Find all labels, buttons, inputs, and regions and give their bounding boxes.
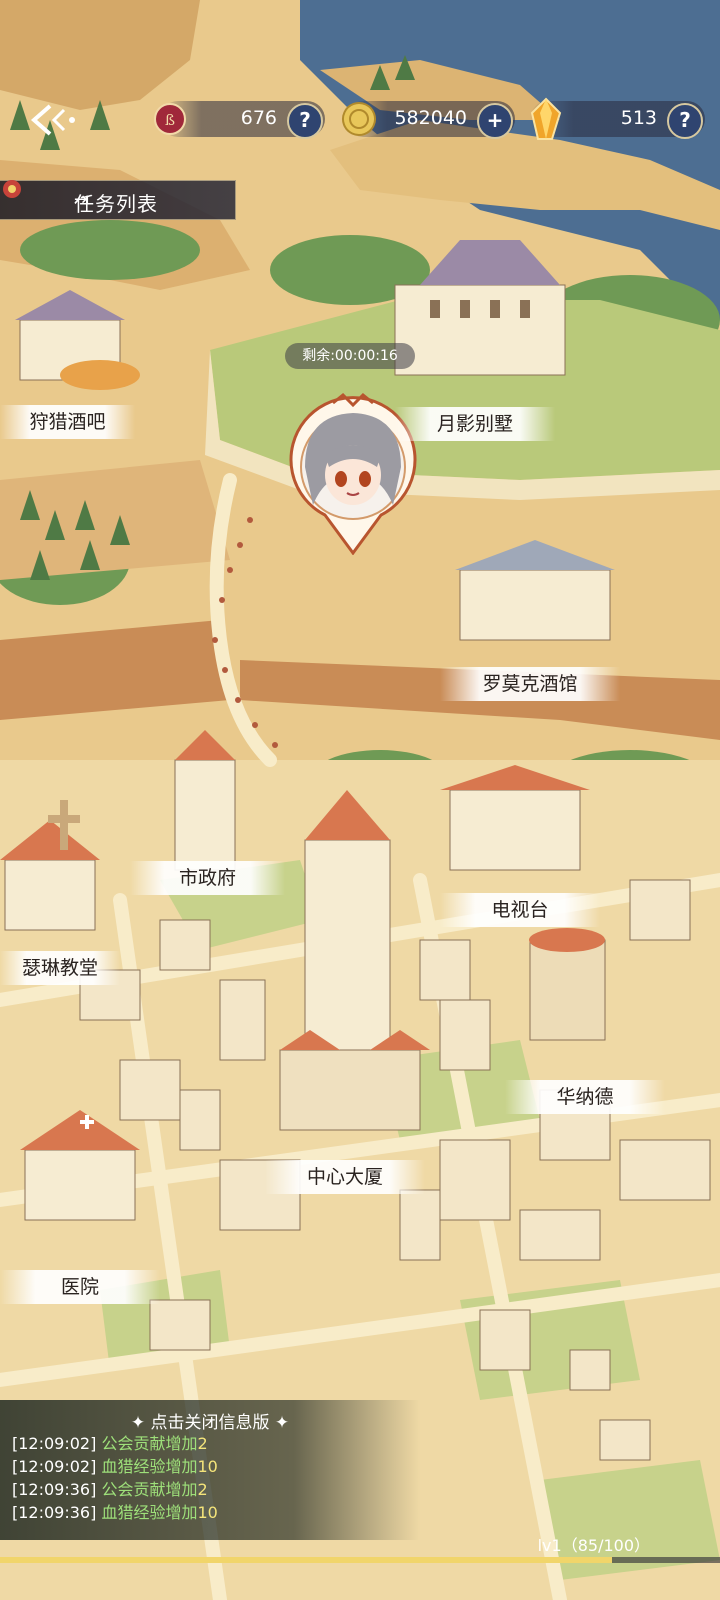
gold-add-button[interactable]: + bbox=[477, 103, 513, 139]
location-church[interactable]: 瑟琳教堂 bbox=[0, 951, 120, 985]
stamina-help-button[interactable]: ? bbox=[287, 103, 323, 139]
resource-bar: ß 676 ? 582040 + 513 ? bbox=[0, 95, 720, 147]
stamina-seal-icon: ß bbox=[154, 103, 186, 135]
log-key: 公会贡献 bbox=[101, 1480, 166, 1499]
log-key: 血猎经验 bbox=[101, 1503, 166, 1522]
location-romoc-tavern[interactable]: 罗莫克酒馆 bbox=[440, 667, 620, 701]
log-line: [12:09:02] 公会贡献增加2 bbox=[12, 1430, 208, 1454]
log-line: [12:09:36] 公会贡献增加2 bbox=[12, 1476, 208, 1500]
crystal-value: 513 bbox=[620, 107, 657, 129]
task-list-arrow-icon: ⇥ bbox=[74, 189, 91, 210]
log-time: [12:09:36] bbox=[12, 1480, 97, 1499]
task-list-button[interactable]: 任务列表 ⇥ bbox=[0, 180, 236, 220]
log-line: [12:09:36] 血猎经验增加10 bbox=[12, 1499, 218, 1523]
task-bell-icon bbox=[3, 180, 21, 198]
log-key: 血猎经验 bbox=[101, 1457, 166, 1476]
city-map[interactable] bbox=[0, 0, 720, 1600]
gold-resource: 582040 + bbox=[342, 101, 515, 139]
amber-crystal-icon bbox=[530, 97, 562, 140]
level-progress-bar bbox=[0, 1557, 720, 1563]
crystal-resource: 513 ? bbox=[530, 97, 705, 140]
player-level: lv1（85/100） bbox=[537, 1536, 650, 1555]
location-warnard[interactable]: 华纳德 bbox=[505, 1080, 665, 1114]
log-action: 增加 bbox=[165, 1434, 198, 1453]
log-amount: 10 bbox=[197, 1457, 218, 1476]
log-action: 增加 bbox=[165, 1457, 198, 1476]
svg-text:ß: ß bbox=[165, 111, 175, 129]
log-action: 增加 bbox=[165, 1480, 198, 1499]
stamina-value: 676 bbox=[240, 107, 277, 129]
log-time: [12:09:02] bbox=[12, 1434, 97, 1453]
location-hunter-bar[interactable]: 狩猎酒吧 bbox=[0, 405, 135, 439]
log-amount: 2 bbox=[197, 1480, 208, 1499]
log-key: 公会贡献 bbox=[101, 1434, 166, 1453]
log-time: [12:09:36] bbox=[12, 1503, 97, 1522]
log-line: [12:09:02] 血猎经验增加10 bbox=[12, 1453, 218, 1477]
log-time: [12:09:02] bbox=[12, 1457, 97, 1476]
gold-coin-icon bbox=[342, 102, 376, 136]
log-amount: 2 bbox=[197, 1434, 208, 1453]
gold-value: 582040 bbox=[394, 107, 467, 129]
location-tv-station[interactable]: 电视台 bbox=[440, 893, 600, 927]
level-progress-fill bbox=[0, 1557, 612, 1563]
location-center-tower[interactable]: 中心大厦 bbox=[265, 1160, 425, 1194]
location-moon-villa[interactable]: 月影别墅 bbox=[395, 407, 555, 441]
location-hospital[interactable]: 医院 bbox=[0, 1270, 160, 1304]
log-action: 增加 bbox=[165, 1503, 198, 1522]
location-city-hall[interactable]: 市政府 bbox=[130, 861, 285, 895]
crystal-help-button[interactable]: ? bbox=[667, 103, 703, 139]
info-board[interactable]: ✦ 点击关闭信息版 ✦ [12:09:02] 公会贡献增加2 [12:09:02… bbox=[0, 1400, 420, 1540]
countdown-timer: 剩余:00:00:16 bbox=[285, 343, 415, 369]
stamina-resource: ß 676 ? bbox=[154, 101, 325, 139]
log-amount: 10 bbox=[197, 1503, 218, 1522]
